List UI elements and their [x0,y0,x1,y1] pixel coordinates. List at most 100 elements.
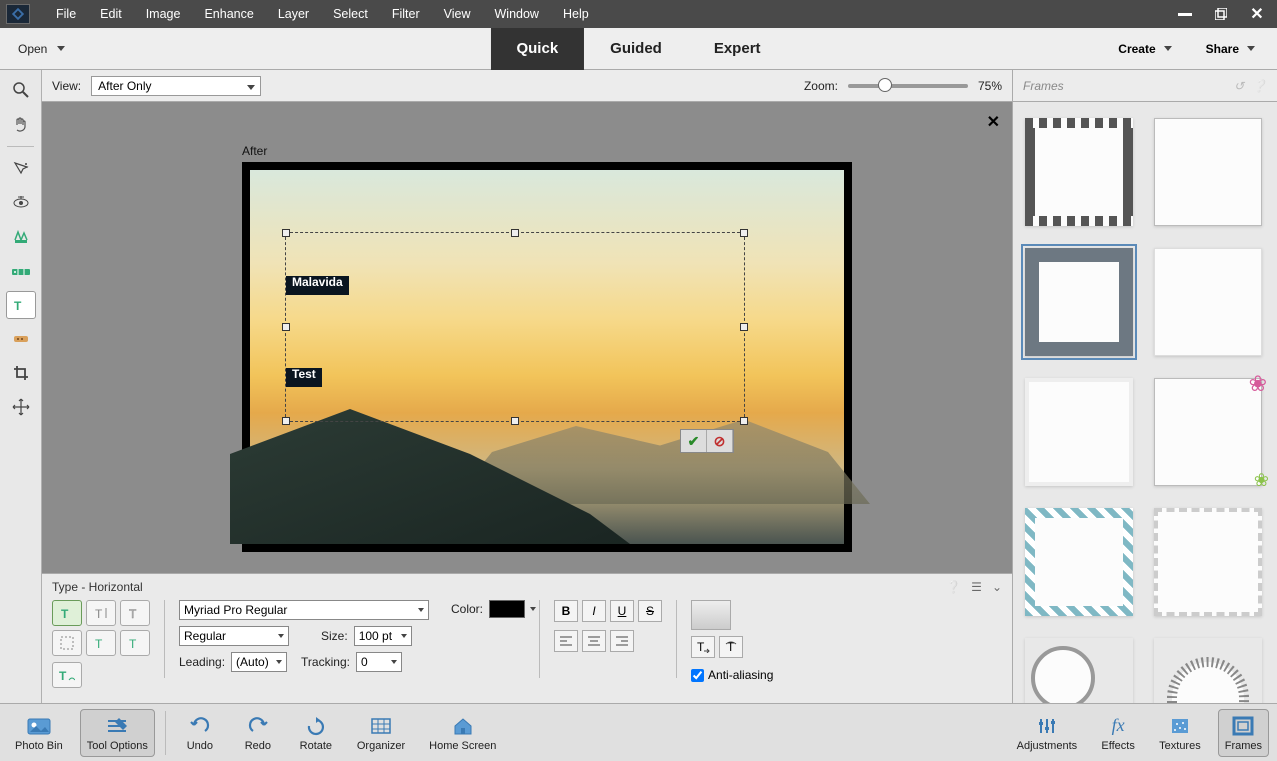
resize-handle[interactable] [740,323,748,331]
color-swatch[interactable] [489,600,525,618]
tool-options-button[interactable]: Tool Options [80,709,155,757]
leading-input[interactable]: (Auto) [231,652,287,672]
menu-select[interactable]: Select [321,0,380,28]
reset-icon[interactable]: ↺ [1234,79,1244,93]
frame-thumb[interactable] [1025,508,1133,616]
antialias-checkbox[interactable]: Anti-aliasing [691,668,773,682]
zoom-tool[interactable] [6,76,36,104]
resize-handle[interactable] [511,229,519,237]
font-style-select[interactable]: Regular [179,626,289,646]
minimize-icon[interactable] [1173,5,1197,23]
share-button[interactable]: Share [1192,42,1269,56]
svg-text:T: T [14,299,22,313]
resize-handle[interactable] [740,417,748,425]
type-tool[interactable]: T [6,291,36,319]
horizontal-type-button[interactable]: T [52,600,82,626]
frames-button[interactable]: Frames [1218,709,1269,757]
organizer-button[interactable]: Organizer [350,709,412,757]
undo-button[interactable]: Undo [176,709,224,757]
warp-horizontal-button[interactable]: T [691,636,715,658]
resize-handle[interactable] [740,229,748,237]
menu-window[interactable]: Window [483,0,551,28]
zoom-slider[interactable] [848,84,968,88]
menu-file[interactable]: File [44,0,88,28]
crop-tool[interactable] [6,359,36,387]
close-icon[interactable]: ✕ [1245,5,1269,23]
tab-quick[interactable]: Quick [490,28,584,70]
font-size-input[interactable]: 100 pt [354,626,412,646]
view-mode-select[interactable]: After Only [91,76,261,96]
tab-guided[interactable]: Guided [584,28,688,70]
bold-button[interactable]: B [554,600,578,622]
menu-filter[interactable]: Filter [380,0,432,28]
font-family-select[interactable]: Myriad Pro Regular [179,600,429,620]
align-right-button[interactable] [610,630,634,652]
text-on-selection-button[interactable]: T [86,630,116,656]
strikethrough-button[interactable]: S [638,600,662,622]
frame-thumb[interactable] [1025,118,1133,226]
viewbar: View: After Only Zoom: 75% [42,70,1012,102]
menu-enhance[interactable]: Enhance [192,0,265,28]
menu-view[interactable]: View [432,0,483,28]
menu-edit[interactable]: Edit [88,0,134,28]
document-canvas[interactable]: Malavida Test ✔ ⊘ [242,162,852,552]
adjustments-button[interactable]: Adjustments [1010,709,1085,757]
help-icon[interactable]: ❔ [1252,79,1267,93]
menu-image[interactable]: Image [134,0,193,28]
text-line-2[interactable]: Test [286,368,322,387]
text-line-1[interactable]: Malavida [286,276,349,295]
zoom-slider-thumb[interactable] [878,78,892,92]
tab-expert[interactable]: Expert [688,28,787,70]
rotate-button[interactable]: Rotate [292,709,340,757]
frame-thumb[interactable] [1154,508,1262,616]
frame-thumb[interactable] [1025,378,1133,486]
text-bounding-box[interactable]: Malavida Test ✔ ⊘ [285,232,745,422]
spot-heal-tool[interactable] [6,325,36,353]
straighten-tool[interactable] [6,257,36,285]
warp-text-button[interactable]: T [719,636,743,658]
vertical-mask-button[interactable] [52,630,82,656]
resize-handle[interactable] [511,417,519,425]
create-button[interactable]: Create [1104,42,1185,56]
panel-menu-icon[interactable]: ☰ [971,580,982,594]
frame-thumb[interactable] [1154,378,1262,486]
open-button[interactable]: Open [0,42,83,56]
textures-button[interactable]: Textures [1152,709,1208,757]
close-document-icon[interactable]: ✕ [987,112,1000,132]
collapse-icon[interactable]: ⌄ [992,580,1002,594]
whiten-tool[interactable] [6,223,36,251]
menu-layer[interactable]: Layer [266,0,321,28]
redeye-tool[interactable] [6,189,36,217]
home-icon [452,714,474,738]
frame-thumb[interactable] [1154,638,1262,703]
photo-bin-button[interactable]: Photo Bin [8,709,70,757]
text-on-shape-button[interactable]: T [120,630,150,656]
horizontal-mask-button[interactable]: T [120,600,150,626]
hand-tool[interactable] [6,110,36,138]
menu-help[interactable]: Help [551,0,601,28]
frame-thumb[interactable] [1025,638,1133,703]
quick-select-tool[interactable] [6,155,36,183]
move-tool[interactable] [6,393,36,421]
align-center-button[interactable] [582,630,606,652]
effects-button[interactable]: fx Effects [1094,709,1142,757]
maximize-icon[interactable] [1209,5,1233,23]
home-button[interactable]: Home Screen [422,709,503,757]
tracking-input[interactable]: 0 [356,652,402,672]
align-left-button[interactable] [554,630,578,652]
frame-thumb[interactable] [1154,118,1262,226]
resize-handle[interactable] [282,417,290,425]
frame-thumb[interactable] [1154,248,1262,356]
underline-button[interactable]: U [610,600,634,622]
main-area: T View: After Only Zoom: 75% ✕ After [0,70,1277,703]
help-icon[interactable]: ❔ [946,580,961,594]
italic-button[interactable]: I [582,600,606,622]
frame-thumb[interactable] [1025,248,1133,356]
commit-icon[interactable]: ✔ [681,430,707,452]
cancel-icon[interactable]: ⊘ [707,430,733,452]
vertical-type-button[interactable]: T [86,600,116,626]
text-on-path-button[interactable]: T [52,662,82,688]
redo-button[interactable]: Redo [234,709,282,757]
svg-text:T: T [95,637,103,650]
warp-style-select[interactable] [691,600,731,630]
